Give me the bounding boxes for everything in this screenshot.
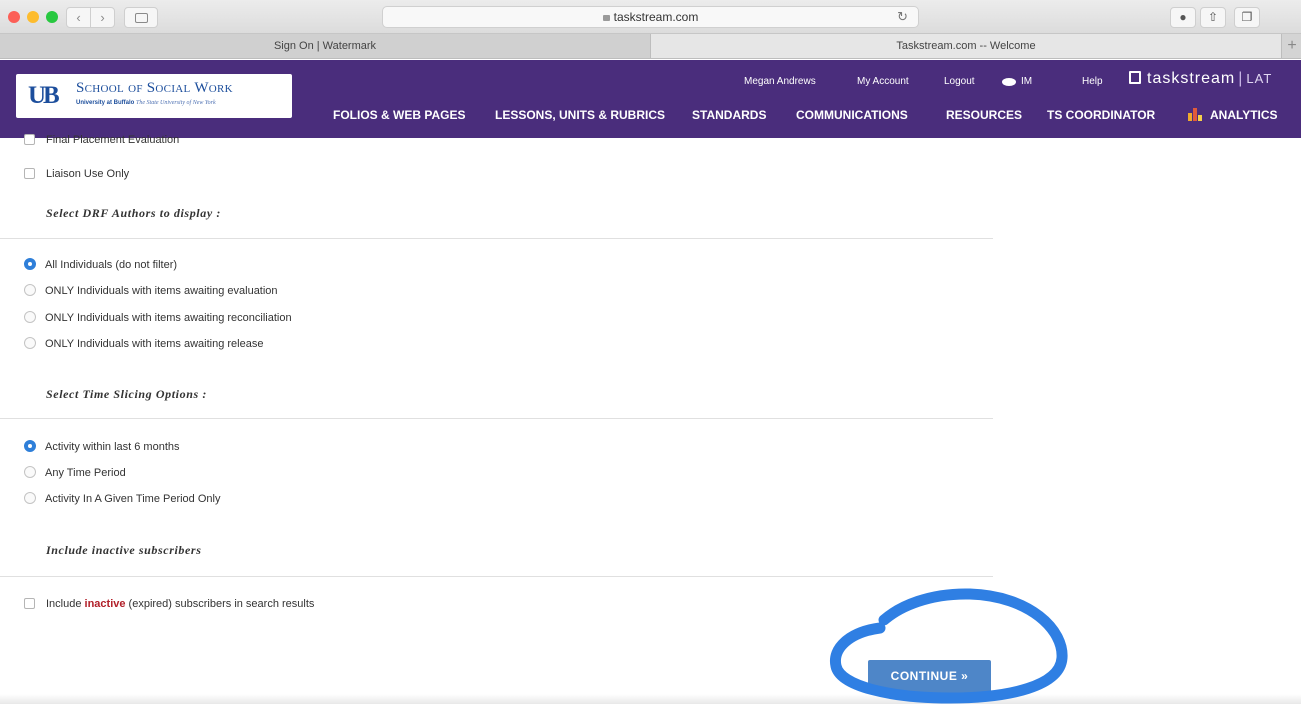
logo-title: School of Social Work: [76, 80, 233, 96]
zoom-window-icon[interactable]: [46, 11, 58, 23]
radio-label: ONLY Individuals with items awaiting rel…: [45, 338, 264, 350]
nav-lessons[interactable]: LESSONS, UNITS & RUBRICS: [495, 108, 665, 122]
radio-label: Activity within last 6 months: [45, 441, 180, 453]
time-slicing-heading: Select Time Slicing Options :: [46, 387, 207, 401]
brand-name: taskstream: [1147, 70, 1236, 87]
browser-toolbar: ‹ › taskstream.com ↻ ● ⇧ ❐: [0, 0, 1301, 34]
last-6-months-radio[interactable]: [24, 440, 36, 452]
awaiting-release-radio[interactable]: [24, 337, 36, 349]
nav-ts-coordinator[interactable]: TS COORDINATOR: [1047, 108, 1155, 122]
checkbox-label: Final Placement Evaluation: [46, 134, 180, 146]
include-inactive-checkbox[interactable]: [24, 598, 35, 609]
radio-row[interactable]: All Individuals (do not filter): [24, 258, 177, 272]
reload-icon[interactable]: ↻: [897, 7, 908, 27]
radio-label: Activity In A Given Time Period Only: [45, 493, 221, 505]
inactive-subscribers-heading: Include inactive subscribers: [46, 543, 202, 557]
user-name-link[interactable]: Megan Andrews: [744, 76, 816, 88]
new-tab-button[interactable]: +: [1283, 34, 1301, 58]
all-individuals-radio[interactable]: [24, 258, 36, 270]
downloads-button[interactable]: ●: [1170, 7, 1196, 28]
sidebar-toggle-button[interactable]: [124, 7, 158, 28]
lock-icon: [602, 15, 610, 21]
close-window-icon[interactable]: [8, 11, 20, 23]
school-logo[interactable]: UB School of Social Work University at B…: [16, 74, 292, 118]
im-link[interactable]: IM: [1021, 76, 1032, 88]
divider: [0, 238, 993, 239]
drf-authors-heading: Select DRF Authors to display :: [46, 206, 221, 220]
brand-separator: |: [1238, 70, 1244, 87]
checkbox-label-after: (expired) subscribers in search results: [125, 598, 315, 610]
taskstream-logo-icon: [1129, 71, 1141, 84]
continue-button[interactable]: CONTINUE »: [868, 660, 991, 693]
share-icon: ⇧: [1207, 10, 1219, 24]
minimize-window-icon[interactable]: [27, 11, 39, 23]
radio-row[interactable]: Any Time Period: [24, 466, 126, 480]
address-bar[interactable]: taskstream.com ↻: [382, 6, 919, 28]
radio-label: All Individuals (do not filter): [45, 259, 178, 271]
download-icon: ●: [1179, 10, 1187, 24]
radio-row[interactable]: ONLY Individuals with items awaiting rel…: [24, 337, 263, 351]
logout-link[interactable]: Logout: [944, 76, 975, 88]
chevron-left-icon: ‹: [76, 10, 81, 25]
liaison-use-checkbox[interactable]: [24, 168, 35, 179]
final-placement-checkbox[interactable]: [24, 134, 35, 145]
page-bottom-shadow: [0, 694, 1301, 704]
brand-suffix: LAT: [1246, 71, 1273, 86]
divider: [0, 576, 993, 577]
radio-label: Any Time Period: [45, 467, 126, 479]
logo-subtitle: University at Buffalo The State Universi…: [76, 100, 216, 106]
inactive-highlight: inactive: [84, 598, 126, 610]
any-time-period-radio[interactable]: [24, 466, 36, 478]
given-time-period-radio[interactable]: [24, 492, 36, 504]
chat-bubble-icon[interactable]: [1002, 78, 1016, 86]
address-text: taskstream.com: [613, 10, 699, 24]
page-content: Final Placement Evaluation Liaison Use O…: [0, 134, 1301, 704]
analytics-chart-icon[interactable]: [1188, 108, 1204, 121]
nav-resources[interactable]: RESOURCES: [946, 108, 1022, 122]
site-header: UB School of Social Work University at B…: [0, 60, 1301, 138]
awaiting-reconciliation-radio[interactable]: [24, 311, 36, 323]
tab-taskstream-welcome[interactable]: Taskstream.com -- Welcome: [651, 34, 1282, 58]
back-button[interactable]: ‹: [66, 7, 91, 28]
tab-overview-button[interactable]: ❐: [1234, 7, 1260, 28]
nav-communications[interactable]: COMMUNICATIONS: [796, 108, 908, 122]
checkbox-label-before: Include: [46, 598, 85, 610]
checkbox-row[interactable]: Liaison Use Only: [24, 168, 129, 181]
awaiting-evaluation-radio[interactable]: [24, 284, 36, 296]
chevron-right-icon: ›: [100, 10, 105, 25]
checkbox-label: Liaison Use Only: [46, 168, 130, 180]
checkbox-row[interactable]: Final Placement Evaluation: [24, 134, 179, 147]
radio-row[interactable]: Activity within last 6 months: [24, 440, 180, 454]
tab-bar: Sign On | Watermark Taskstream.com -- We…: [0, 34, 1301, 59]
radio-label: ONLY Individuals with items awaiting rec…: [45, 312, 292, 324]
my-account-link[interactable]: My Account: [857, 76, 909, 88]
nav-analytics[interactable]: ANALYTICS: [1210, 108, 1278, 122]
radio-label: ONLY Individuals with items awaiting eva…: [45, 285, 278, 297]
radio-row[interactable]: ONLY Individuals with items awaiting eva…: [24, 284, 278, 298]
nav-standards[interactable]: STANDARDS: [692, 108, 766, 122]
sidebar-icon: [135, 13, 148, 23]
tab-sign-on[interactable]: Sign On | Watermark: [0, 34, 651, 58]
help-link[interactable]: Help: [1082, 76, 1103, 88]
forward-button[interactable]: ›: [90, 7, 115, 28]
share-button[interactable]: ⇧: [1200, 7, 1226, 28]
taskstream-brand[interactable]: taskstream | LAT: [1129, 70, 1272, 88]
tabs-icon: ❐: [1241, 10, 1253, 24]
radio-row[interactable]: Activity In A Given Time Period Only: [24, 492, 220, 506]
checkbox-row[interactable]: Include inactive (expired) subscribers i…: [24, 598, 314, 611]
ub-logo-mark: UB: [28, 82, 60, 109]
radio-row[interactable]: ONLY Individuals with items awaiting rec…: [24, 311, 292, 325]
divider: [0, 418, 993, 419]
nav-folios[interactable]: FOLIOS & WEB PAGES: [333, 108, 465, 122]
